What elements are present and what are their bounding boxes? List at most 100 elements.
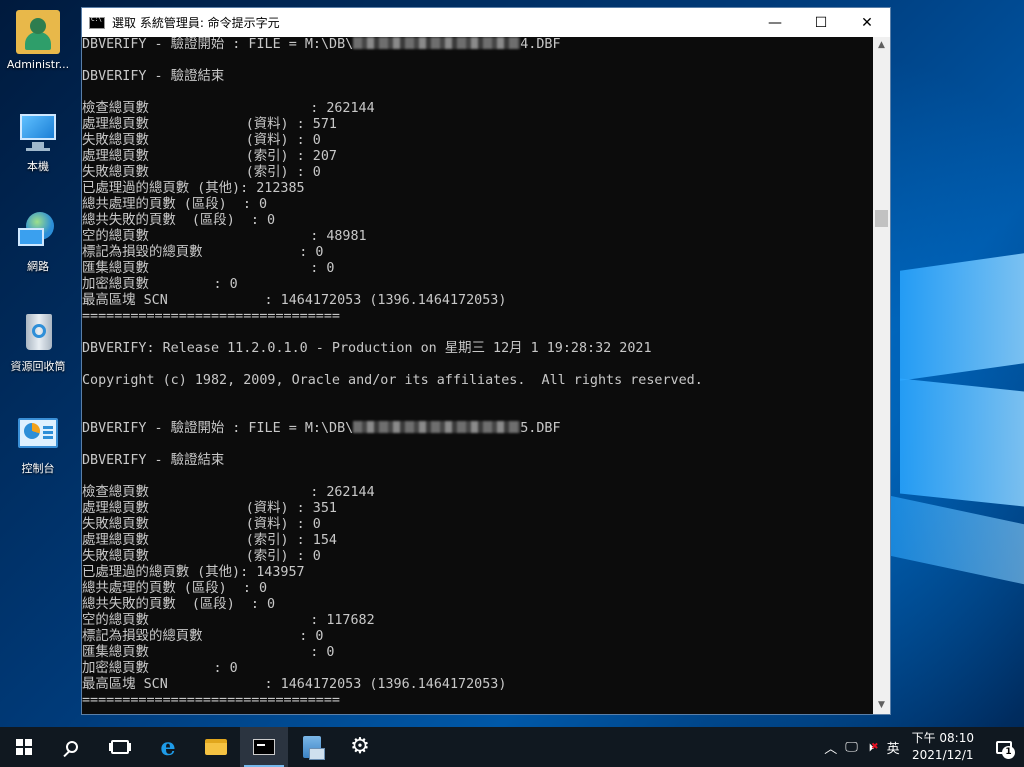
redacted-filename (353, 421, 521, 433)
vertical-scrollbar[interactable]: ▲ ▼ (873, 37, 890, 714)
console-line-suffix: 4.DBF (520, 37, 561, 52)
window-controls: — ☐ ✕ (752, 8, 890, 37)
computer-icon (16, 110, 60, 154)
scroll-down-arrow-icon[interactable]: ▼ (873, 697, 890, 714)
desktop-icon-network[interactable]: 網路 (4, 210, 72, 274)
wallpaper-pane (900, 378, 1024, 507)
console-line: 失敗總頁數 (索引) : 0 (82, 549, 321, 564)
console-line-prefix: DBVERIFY - 驗證開始 : FILE = M:\DB\ (82, 37, 354, 52)
scroll-up-arrow-icon[interactable]: ▲ (873, 37, 890, 54)
console-line: 總共失敗的頁數 (區段) : 0 (82, 213, 276, 228)
console-line: 匯集總頁數 : 0 (82, 261, 335, 276)
console-line: ================================ (82, 693, 340, 708)
console-output[interactable]: DBVERIFY - 驗證開始 : FILE = M:\DB\ 4.DBF DBVE… (82, 37, 873, 714)
console-line: DBVERIFY - 驗證結束 (82, 453, 225, 468)
console-line: 處理總頁數 (索引) : 207 (82, 149, 337, 164)
network-icon (16, 210, 60, 254)
console-line: 匯集總頁數 : 0 (82, 645, 335, 660)
desktop-icon-recycle-bin[interactable]: 資源回收筒 (4, 310, 72, 374)
close-button[interactable]: ✕ (844, 8, 890, 37)
control-panel-icon (16, 412, 60, 456)
show-hidden-icons-chevron-icon[interactable]: ︿ (820, 727, 841, 767)
desktop-icon-label: 資源回收筒 (10, 360, 66, 373)
console-line: Copyright (c) 1982, 2009, Oracle and/or … (82, 373, 703, 388)
console-line: 空的總頁數 : 117682 (82, 613, 375, 628)
mute-x-icon: ✖ (871, 742, 879, 752)
clock-time: 下午 08:10 (911, 731, 974, 745)
user-folder-icon (16, 10, 60, 54)
taskbar-file-explorer[interactable] (192, 727, 240, 767)
console-line: 最高區塊 SCN : 1464172053 (1396.1464172053) (82, 293, 507, 308)
input-language-indicator[interactable]: 英 (883, 727, 904, 767)
console-line: 處理總頁數 (資料) : 571 (82, 117, 337, 132)
notification-count-badge: 1 (1002, 746, 1015, 759)
console-line: 已處理過的總頁數 (其他): 143957 (82, 565, 305, 580)
desktop-icon-label: Administr... (6, 58, 70, 71)
command-prompt-icon (253, 739, 275, 755)
task-view-icon (111, 740, 129, 754)
redacted-filename (353, 37, 521, 49)
console-line: 處理總頁數 (索引) : 154 (82, 533, 337, 548)
console-line: DBVERIFY - 驗證開始 : FILE = M:\DB\ 5.DBF (82, 421, 873, 437)
window-titlebar[interactable]: 選取 系統管理員: 命令提示字元 — ☐ ✕ (82, 8, 890, 37)
wallpaper-pane (900, 253, 1024, 381)
minimize-button[interactable]: — (752, 8, 798, 37)
action-center-button[interactable]: 1 (984, 727, 1024, 767)
console-line: 失敗總頁數 (資料) : 0 (82, 133, 321, 148)
taskbar-command-prompt[interactable] (240, 727, 288, 767)
maximize-button[interactable]: ☐ (798, 8, 844, 37)
window-title: 選取 系統管理員: 命令提示字元 (112, 16, 280, 30)
console-line: DBVERIFY - 驗證開始 : FILE = M:\DB\ 4.DBF (82, 37, 873, 53)
console-line: DBVERIFY: Release 11.2.0.1.0 - Productio… (82, 341, 652, 356)
search-icon (66, 741, 78, 753)
desktop-icon-this-pc[interactable]: 本機 (4, 110, 72, 174)
console-line: ================================ (82, 309, 340, 324)
console-line: 標記為損毀的總頁數 : 0 (82, 629, 324, 644)
gear-icon: ⚙ (350, 734, 370, 759)
task-view-button[interactable] (96, 727, 144, 767)
taskbar-server-manager[interactable] (288, 727, 336, 767)
taskbar: e ⚙ ︿ 🖵 🕨 ✖ 英 下午 08:10 2021/12/1 1 (0, 727, 1024, 767)
cmd-icon[interactable] (89, 16, 105, 29)
console-line: 總共處理的頁數 (區段) : 0 (82, 197, 268, 212)
desktop-icon-label: 本機 (27, 160, 49, 173)
desktop-icon-administrator[interactable]: Administr... (4, 10, 72, 71)
console-line-prefix: DBVERIFY - 驗證開始 : FILE = M:\DB\ (82, 421, 354, 436)
console-line: 失敗總頁數 (資料) : 0 (82, 517, 321, 532)
console-line: 檢查總頁數 : 262144 (82, 101, 375, 116)
internet-explorer-icon: e (160, 732, 176, 761)
scrollbar-thumb[interactable] (875, 210, 888, 227)
console-line: 加密總頁數 : 0 (82, 661, 238, 676)
clock[interactable]: 下午 08:10 2021/12/1 (904, 727, 984, 767)
desktop-icon-control-panel[interactable]: 控制台 (4, 412, 72, 476)
wallpaper-pane (890, 495, 1024, 585)
taskbar-settings[interactable]: ⚙ (336, 727, 384, 767)
system-tray: ︿ 🖵 🕨 ✖ 英 下午 08:10 2021/12/1 1 (820, 727, 1024, 767)
volume-muted-icon[interactable]: 🕨 ✖ (862, 727, 883, 767)
console-line: DBVERIFY - 驗證結束 (82, 69, 225, 84)
clock-date: 2021/12/1 (912, 748, 974, 762)
command-prompt-window[interactable]: 選取 系統管理員: 命令提示字元 — ☐ ✕ DBVERIFY - 驗證開始 :… (81, 7, 891, 715)
console-line: 處理總頁數 (資料) : 351 (82, 501, 337, 516)
console-line: 最高區塊 SCN : 1464172053 (1396.1464172053) (82, 677, 507, 692)
console-line: 已處理過的總頁數 (其他): 212385 (82, 181, 305, 196)
console-line: 總共失敗的頁數 (區段) : 0 (82, 597, 276, 612)
console-line: 檢查總頁數 : 262144 (82, 485, 375, 500)
console-line-suffix: 5.DBF (520, 421, 561, 436)
network-status-icon[interactable]: 🖵 (841, 727, 862, 767)
server-manager-icon (303, 736, 325, 760)
windows-logo-icon (16, 739, 32, 755)
desktop-icon-label: 控制台 (21, 462, 55, 475)
desktop-icon-label: 網路 (27, 260, 49, 273)
taskbar-internet-explorer[interactable]: e (144, 727, 192, 767)
search-button[interactable] (48, 727, 96, 767)
console-line: 標記為損毀的總頁數 : 0 (82, 245, 324, 260)
start-button[interactable] (0, 727, 48, 767)
